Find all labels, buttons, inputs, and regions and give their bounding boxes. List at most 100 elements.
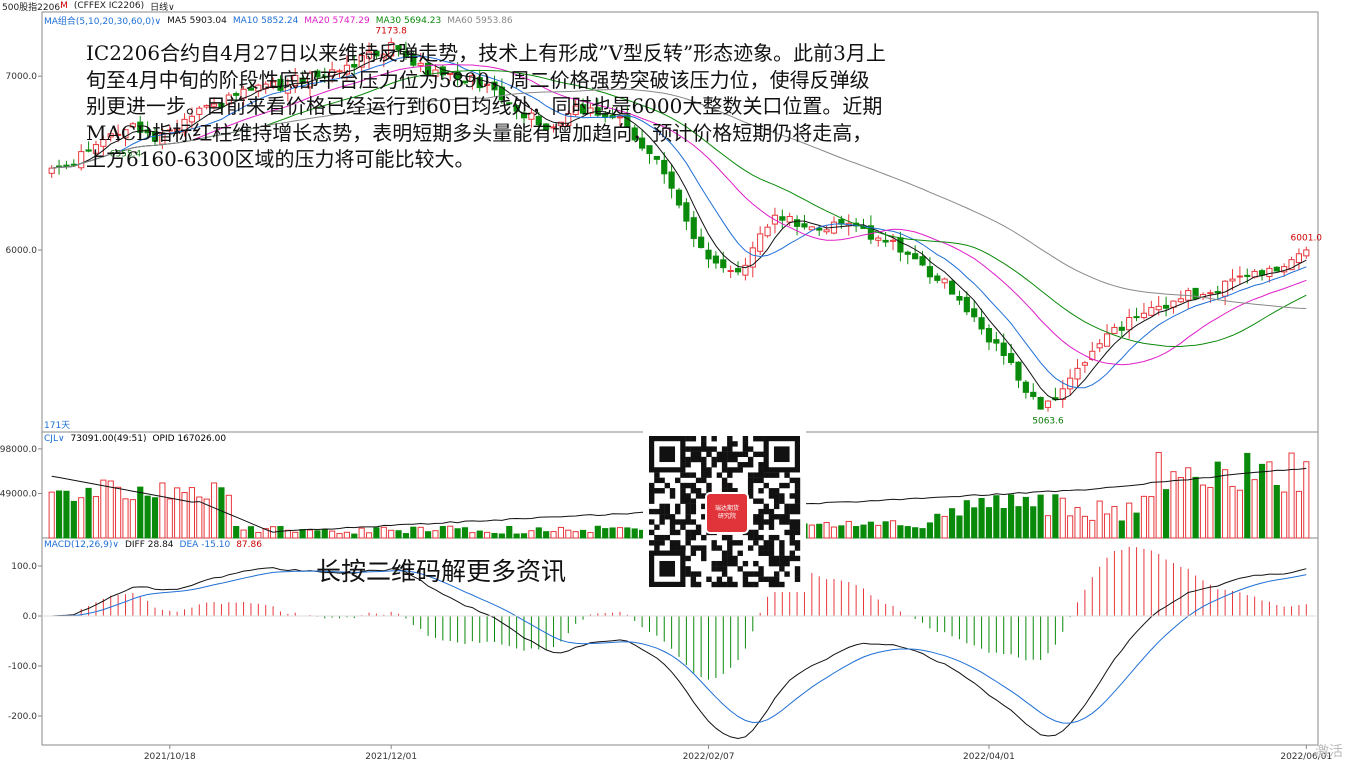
qr-module <box>690 503 697 510</box>
volume-bar <box>358 527 365 539</box>
qr-module <box>784 529 790 536</box>
qr-module <box>763 545 769 551</box>
qr-module <box>779 482 785 489</box>
title-bar: 500股指2206 M (CFFEX IC2206) 日线∨ <box>0 0 175 13</box>
volume-bar <box>897 525 904 539</box>
candle-body <box>1015 361 1022 381</box>
volume-tick-label: 49000.0 <box>0 489 37 499</box>
candle-body <box>985 328 993 343</box>
qr-module <box>711 456 717 463</box>
ma5-value: MA5 5903.04 <box>167 15 227 26</box>
qr-module <box>779 566 785 572</box>
qr-module <box>721 456 728 463</box>
period-selector[interactable]: 日线∨ <box>150 0 175 13</box>
volume-bar <box>956 515 963 539</box>
volume-bar <box>292 531 299 539</box>
qr-module <box>659 503 665 510</box>
volume-bar <box>948 508 956 539</box>
qr-module <box>675 508 681 515</box>
qr-module <box>695 446 702 452</box>
volume-bar <box>1244 452 1251 539</box>
qr-module <box>747 545 754 551</box>
qr-module <box>701 467 707 473</box>
macd-tick-label: 0.0 <box>23 612 38 622</box>
qr-code[interactable]: 瑞达期货 研究院 <box>643 430 806 592</box>
volume-bar <box>1303 461 1310 539</box>
ma10-value: MA10 5852.24 <box>232 15 299 26</box>
candle-body <box>912 253 919 260</box>
qr-module <box>727 550 733 556</box>
candle-body <box>720 259 727 269</box>
qr-module <box>753 560 759 567</box>
qr-module <box>695 477 702 484</box>
qr-module <box>794 508 801 515</box>
qr-module <box>779 498 785 504</box>
volume-bar <box>1236 489 1243 539</box>
qr-module <box>784 514 790 520</box>
qr-module <box>690 482 697 489</box>
qr-module <box>654 524 660 530</box>
qr-module <box>716 456 723 463</box>
qr-module <box>649 482 655 489</box>
candle-body <box>971 308 978 318</box>
qr-module <box>758 436 764 442</box>
qr-module <box>773 581 780 588</box>
qr-module <box>685 493 691 499</box>
qr-module <box>649 498 655 504</box>
qr-module <box>669 493 676 499</box>
qr-module <box>779 581 785 588</box>
candle-body <box>1118 326 1125 331</box>
qr-module <box>711 540 717 546</box>
qr-module <box>685 529 691 536</box>
qr-module <box>721 581 728 588</box>
qr-module <box>742 436 749 442</box>
chevron-down-icon: ∨ <box>168 2 175 13</box>
qr-module <box>669 540 676 546</box>
volume-bar <box>1103 513 1111 539</box>
qr-module <box>711 462 717 468</box>
qr-module <box>794 519 801 525</box>
qr-module <box>685 519 691 525</box>
macd-indicator-bar: MACD(12,26,9)∨ DIFF 28.84 DEA -15.10 87.… <box>44 540 262 550</box>
qr-module <box>721 560 728 567</box>
macd-selector[interactable]: MACD(12,26,9)∨ <box>44 540 119 550</box>
volume-bar <box>439 525 446 539</box>
volume-bar <box>144 495 151 539</box>
volume-bar <box>1133 512 1140 539</box>
qr-module <box>773 555 780 562</box>
qr-module <box>732 456 738 463</box>
qr-module <box>789 529 795 536</box>
volume-bar <box>845 520 852 539</box>
volume-bar <box>816 523 823 539</box>
volume-bar <box>1118 520 1125 539</box>
volume-bar <box>299 529 306 539</box>
candle-body <box>690 217 697 239</box>
volume-bar <box>70 500 77 539</box>
qr-module <box>685 436 691 442</box>
volume-bar <box>498 533 505 539</box>
qr-module <box>680 488 686 494</box>
volume-bar <box>277 526 284 539</box>
qr-module <box>716 566 723 572</box>
qr-module <box>685 534 691 541</box>
volume-bar <box>1008 494 1015 539</box>
qr-module <box>680 482 686 489</box>
volume-bar <box>233 526 240 539</box>
ma-selector[interactable]: MA组合(5,10,20,30,60,0)∨ <box>44 14 161 27</box>
qr-module <box>758 571 764 577</box>
candle-body <box>764 226 771 237</box>
volume-selector[interactable]: CJL∨ <box>44 434 65 444</box>
candle-body <box>1133 316 1140 319</box>
dea-value: DEA -15.10 <box>179 540 231 550</box>
diff-value: DIFF 28.84 <box>124 540 174 550</box>
volume-bar <box>218 487 225 539</box>
qr-module <box>727 545 733 551</box>
days-count-label: 171天 <box>44 421 70 431</box>
volume-bar <box>1266 461 1273 539</box>
volume-bar <box>321 529 328 539</box>
qr-module <box>690 576 697 582</box>
symbol-name[interactable]: 500股指2206 <box>2 0 60 13</box>
qr-module <box>789 508 795 515</box>
qr-module <box>737 540 743 546</box>
qr-module <box>675 503 681 510</box>
